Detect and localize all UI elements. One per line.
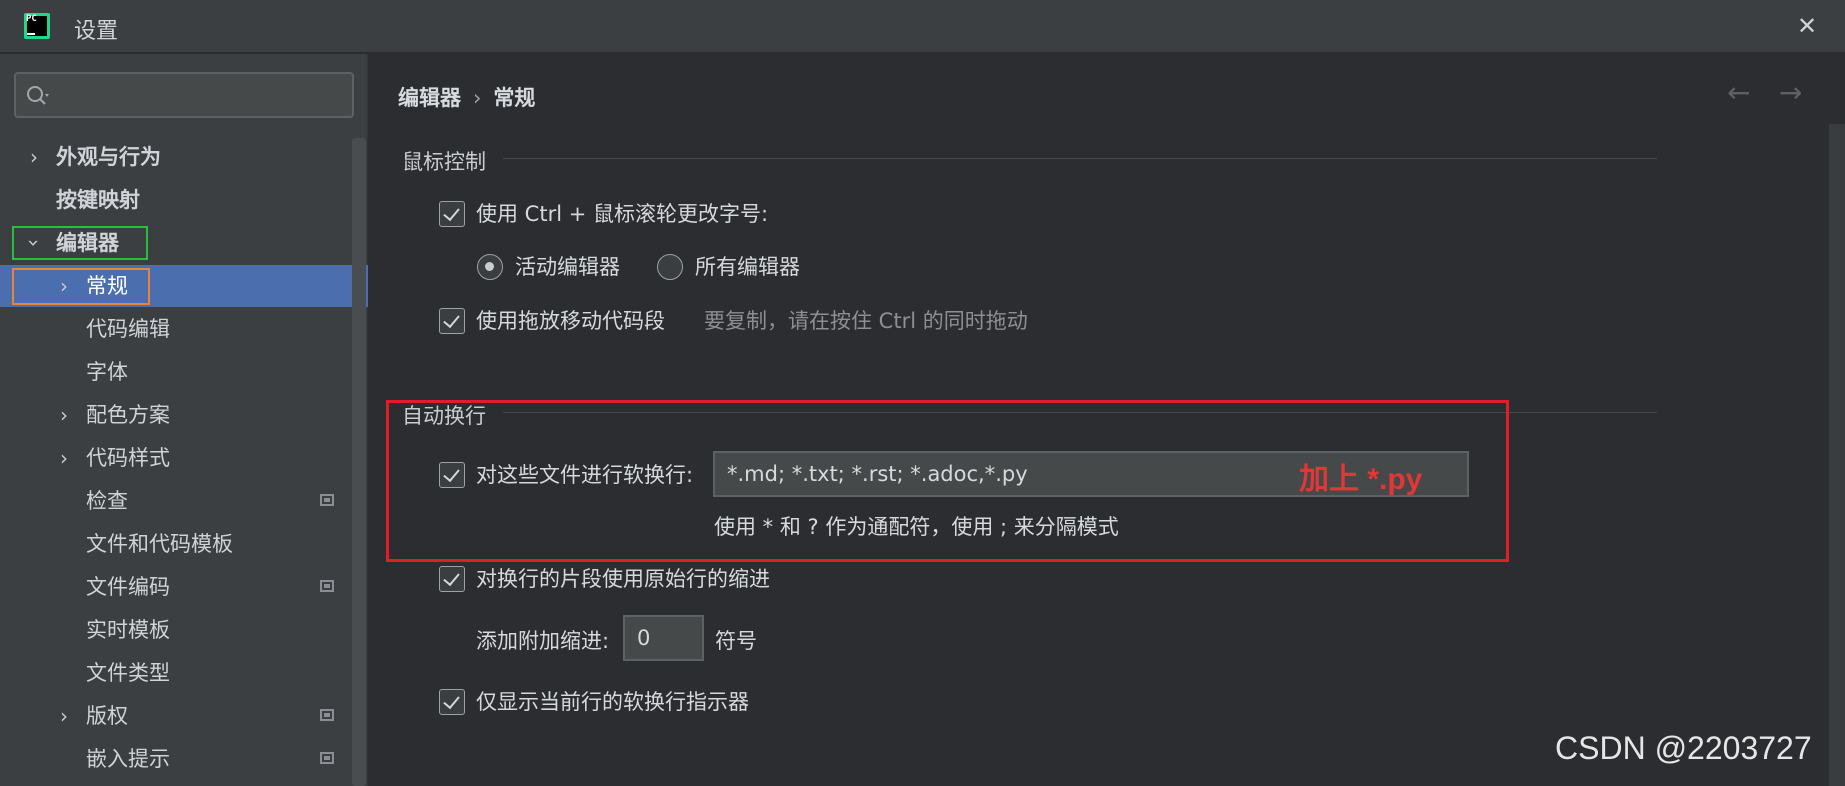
highlight-box-editor	[12, 226, 148, 260]
extra-indent-unit: 符号	[715, 629, 757, 653]
sidebar-item-font[interactable]: 字体	[0, 351, 368, 393]
pycharm-logo-icon: PC	[24, 13, 50, 39]
highlight-box-soft-wrap	[386, 400, 1509, 562]
settings-sidebar: › 外观与行为 按键映射 › 编辑器 › 常规 代码编辑 字体 › 配色方案 ›…	[0, 54, 368, 786]
sidebar-item-file-encodings[interactable]: 文件编码	[0, 566, 368, 608]
content-scrollbar[interactable]	[1829, 124, 1845, 786]
sidebar-item-code-style[interactable]: › 代码样式	[0, 437, 368, 479]
sidebar-item-live-templates[interactable]: 实时模板	[0, 609, 368, 651]
close-icon[interactable]: ✕	[1791, 10, 1823, 42]
project-scope-icon	[320, 494, 334, 506]
zoom-scope-radio-group: 活动编辑器 所有编辑器	[477, 251, 877, 283]
sidebar-scrollbar[interactable]	[352, 138, 366, 786]
ctrl-wheel-checkbox[interactable]	[439, 201, 465, 227]
sidebar-item-keymap[interactable]: 按键映射	[0, 179, 368, 221]
indicator-current-line-checkbox[interactable]	[439, 689, 465, 715]
sidebar-item-inlay-hints[interactable]: 嵌入提示	[0, 738, 368, 780]
forward-arrow-icon[interactable]: →	[1779, 76, 1802, 109]
breadcrumb-parent[interactable]: 编辑器	[398, 86, 461, 110]
sidebar-item-copyright[interactable]: › 版权	[0, 695, 368, 737]
sidebar-item-inspections[interactable]: 检查	[0, 480, 368, 522]
radio-active-editor[interactable]	[477, 254, 503, 280]
window-title: 设置	[74, 19, 119, 44]
breadcrumb-separator: ›	[473, 86, 482, 110]
sidebar-item-file-templates[interactable]: 文件和代码模板	[0, 523, 368, 565]
chevron-right-icon[interactable]: ›	[24, 136, 44, 178]
breadcrumb-current: 常规	[493, 86, 536, 110]
chevron-right-icon[interactable]: ›	[54, 695, 74, 737]
original-indent-checkbox[interactable]	[439, 566, 465, 592]
section-title-mouse: 鼠标控制	[402, 150, 486, 174]
sidebar-item-appearance[interactable]: › 外观与行为	[0, 136, 368, 178]
title-bar: PC 设置 ✕	[0, 0, 1845, 53]
project-scope-icon	[320, 709, 334, 721]
radio-all-editors[interactable]	[657, 254, 683, 280]
drag-drop-checkbox-row[interactable]: 使用拖放移动代码段 要复制，请在按住 Ctrl 的同时拖动	[439, 305, 1239, 337]
back-arrow-icon[interactable]: ←	[1727, 76, 1750, 109]
highlight-box-general	[12, 268, 150, 305]
breadcrumb: 编辑器 › 常规	[398, 82, 535, 112]
search-icon	[27, 86, 49, 105]
chevron-right-icon[interactable]: ›	[54, 394, 74, 436]
watermark: CSDN @2203727	[1555, 730, 1812, 766]
search-input[interactable]	[14, 72, 354, 118]
project-scope-icon	[320, 752, 334, 764]
extra-indent-input[interactable]: 0	[623, 615, 704, 661]
section-divider	[503, 158, 1657, 159]
sidebar-item-color-scheme[interactable]: › 配色方案	[0, 394, 368, 436]
sidebar-item-file-types[interactable]: 文件类型	[0, 652, 368, 694]
sidebar-item-code-editing[interactable]: 代码编辑	[0, 308, 368, 350]
project-scope-icon	[320, 580, 334, 592]
extra-indent-label: 添加附加缩进:	[476, 629, 610, 653]
drag-drop-hint: 要复制，请在按住 Ctrl 的同时拖动	[704, 309, 1028, 333]
drag-drop-checkbox[interactable]	[439, 308, 465, 334]
chevron-right-icon[interactable]: ›	[54, 437, 74, 479]
